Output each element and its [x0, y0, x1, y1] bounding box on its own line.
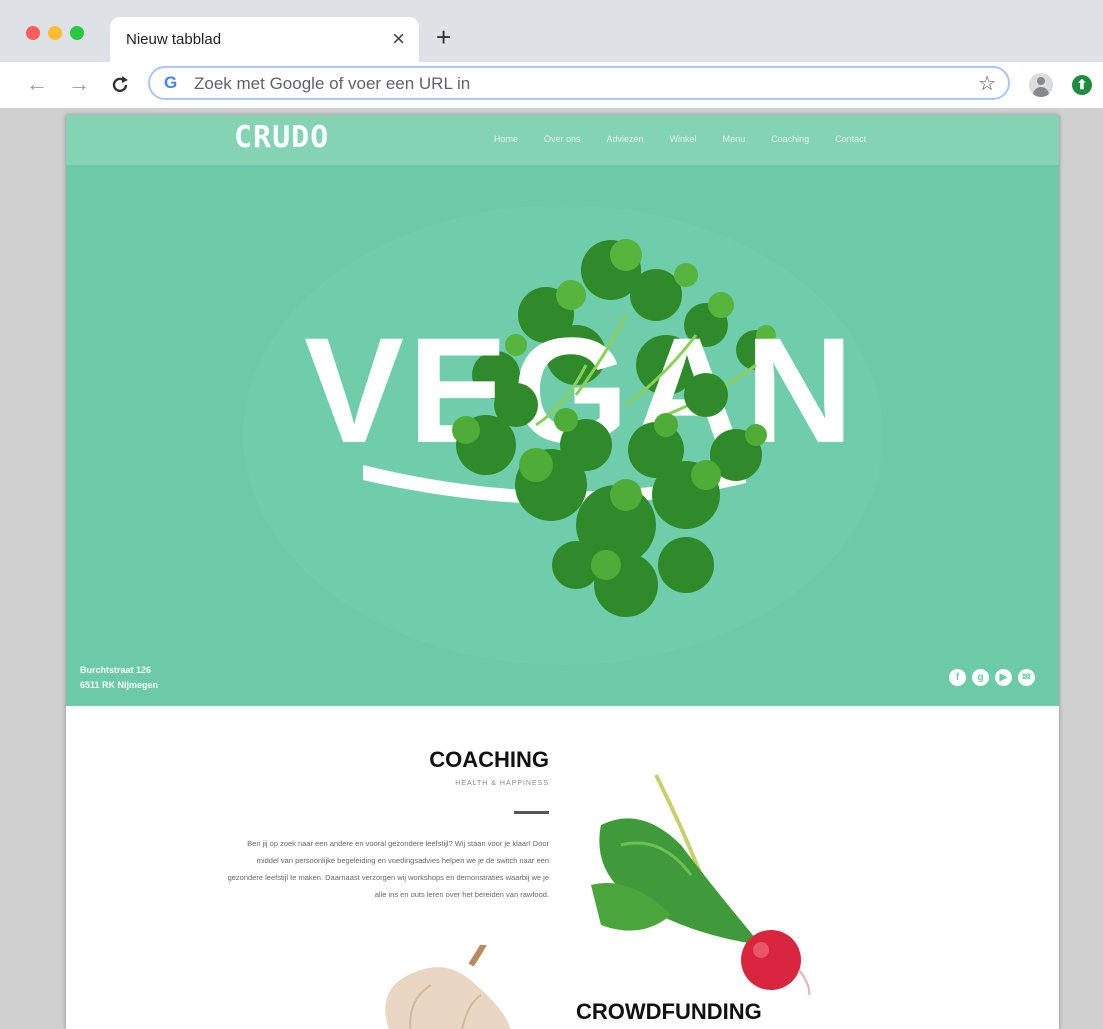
website-screenshot: CRUDO Home Over ons Adviezen Winkel Menu…: [66, 115, 1059, 1029]
section-divider: [514, 811, 549, 814]
social-links: f g ▶ ✉: [949, 669, 1035, 686]
crudo-logo[interactable]: CRUDO: [234, 120, 329, 155]
watercress-front-image: [363, 314, 767, 617]
browser-tab[interactable]: Nieuw tabblad ×: [110, 17, 419, 62]
page-viewport: CRUDO Home Over ons Adviezen Winkel Menu…: [0, 109, 1103, 1029]
youtube-icon[interactable]: ▶: [995, 669, 1012, 686]
nav-link-winkel[interactable]: Winkel: [670, 134, 697, 144]
tab-title: Nieuw tabblad: [126, 31, 222, 48]
browser-tab-strip: Nieuw tabblad × +: [0, 0, 1103, 62]
back-arrow-icon[interactable]: ←: [26, 71, 48, 97]
coaching-heading: COACHING: [429, 747, 549, 772]
coaching-subheading: HEALTH & HAPPINESS: [455, 780, 549, 787]
reload-icon[interactable]: [110, 75, 130, 95]
coaching-paragraph: Ben jij op zoek naar een andere en voora…: [227, 839, 549, 899]
radish-image: [591, 774, 811, 995]
facebook-icon[interactable]: f: [949, 669, 966, 686]
crowdfunding-heading: CROWDFUNDING: [576, 999, 762, 1024]
address-city: 6511 RK Nijmegen: [80, 680, 159, 690]
nav-link-menu[interactable]: Menu: [723, 134, 746, 144]
profile-avatar-icon[interactable]: [1029, 73, 1053, 97]
nav-link-home[interactable]: Home: [494, 134, 518, 144]
google-plus-icon[interactable]: g: [972, 669, 989, 686]
browser-toolbar: ← → G Zoek met Google of voer een URL in…: [0, 62, 1103, 109]
window-controls: [26, 26, 84, 40]
hero-section: VEGAN Burchtstraat 126 6511 RK Nijmegen …: [66, 165, 1059, 706]
address-block: Burchtstraat 126 6511 RK Nijmegen: [80, 663, 158, 693]
minimize-window-button[interactable]: [48, 26, 62, 40]
nav-link-contact[interactable]: Contact: [835, 134, 866, 144]
nav-link-adviezen[interactable]: Adviezen: [607, 134, 644, 144]
site-header: CRUDO Home Over ons Adviezen Winkel Menu…: [66, 115, 1059, 165]
avatar-head: [1037, 77, 1045, 85]
google-icon: G: [164, 73, 178, 92]
forward-arrow-icon[interactable]: →: [68, 71, 90, 97]
maximize-window-button[interactable]: [70, 26, 84, 40]
bookmark-star-icon[interactable]: ☆: [978, 71, 996, 96]
extension-upload-icon[interactable]: ⬆: [1072, 75, 1092, 95]
mail-icon[interactable]: ✉: [1018, 669, 1035, 686]
address-bar-placeholder: Zoek met Google of voer een URL in: [194, 74, 471, 93]
close-window-button[interactable]: [26, 26, 40, 40]
site-nav: Home Over ons Adviezen Winkel Menu Coach…: [494, 134, 866, 144]
address-bar[interactable]: G Zoek met Google of voer een URL in ☆: [148, 66, 1010, 100]
avatar-body: [1033, 87, 1049, 97]
garlic-image: [385, 945, 511, 1029]
new-tab-button[interactable]: +: [436, 24, 451, 50]
nav-link-over-ons[interactable]: Over ons: [544, 134, 581, 144]
address-street: Burchtstraat 126: [80, 665, 152, 675]
nav-link-coaching[interactable]: Coaching: [771, 134, 809, 144]
tab-close-icon[interactable]: ×: [392, 26, 405, 52]
